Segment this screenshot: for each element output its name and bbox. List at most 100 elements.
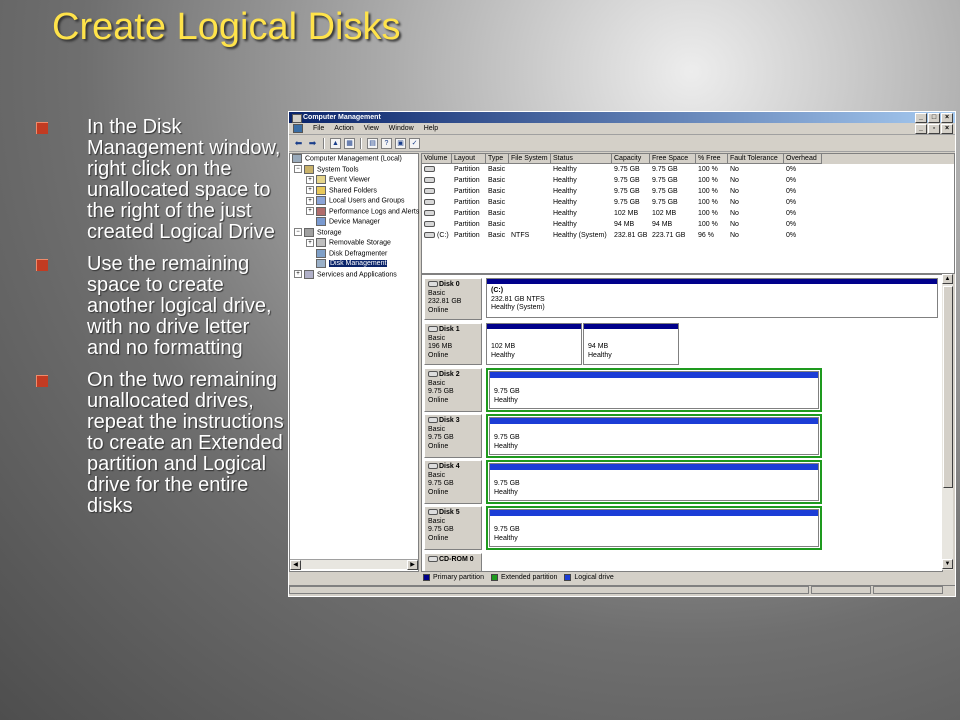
disk-label[interactable]: CD-ROM 0	[424, 553, 482, 571]
refresh-icon[interactable]: ✓	[409, 137, 420, 149]
expand-icon[interactable]: +	[306, 175, 314, 184]
status-bar	[289, 585, 955, 596]
expand-icon[interactable]: +	[306, 207, 314, 215]
disk-label[interactable]: Disk 2 Basic 9.75 GB Online	[424, 368, 482, 412]
tree-item-local-users[interactable]: + Local Users and Groups	[290, 196, 418, 207]
disk-label[interactable]: Disk 5 Basic 9.75 GB Online	[424, 506, 482, 550]
column-header-fault-tolerance[interactable]: Fault Tolerance	[728, 154, 784, 164]
tree-item-services[interactable]: + Services and Applications	[290, 269, 418, 281]
table-row[interactable]: (C:) Partition Basic NTFS Healthy (System) 23…	[422, 230, 954, 241]
partition-primary[interactable]: 102 MB Healthy	[486, 323, 582, 365]
column-header-overhead[interactable]: Overhead	[784, 154, 822, 164]
show-tree-icon[interactable]: ▦	[344, 137, 355, 149]
extended-partition[interactable]: 9.75 GB Healthy	[486, 460, 822, 504]
child-minimize-button[interactable]: _	[915, 124, 927, 134]
volume-list-header: Volume Layout Type File System Status Ca…	[422, 154, 954, 164]
menu-window[interactable]: Window	[389, 125, 414, 132]
scroll-right-icon[interactable]: ▶	[407, 560, 418, 570]
menu-bar: File Action View Window Help _ ▫ ×	[289, 123, 955, 135]
expand-icon[interactable]: +	[294, 270, 302, 278]
minimize-button[interactable]: _	[915, 113, 927, 123]
disk-label[interactable]: Disk 1 Basic 196 MB Online	[424, 323, 482, 365]
table-row[interactable]: Partition Basic Healthy 102 MB 102 MB 100 % No…	[422, 208, 954, 219]
tree-item-system-tools[interactable]: − System Tools	[290, 164, 418, 176]
column-header-type[interactable]: Type	[486, 154, 509, 164]
table-row[interactable]: Partition Basic Healthy 9.75 GB 9.75 GB 100 %…	[422, 197, 954, 208]
tree-item-event-viewer[interactable]: + Event Viewer	[290, 175, 418, 186]
up-folder-icon[interactable]: ▲	[330, 137, 341, 149]
tree-item-perf-logs[interactable]: + Performance Logs and Alerts	[290, 206, 419, 218]
table-row[interactable]: Partition Basic Healthy 94 MB 94 MB 100 % No 0%	[422, 219, 954, 230]
event-viewer-icon	[316, 175, 326, 184]
disk-label[interactable]: Disk 3 Basic 9.75 GB Online	[424, 414, 482, 458]
collapse-icon[interactable]: −	[294, 165, 302, 173]
bullet-square-icon	[36, 122, 48, 134]
menu-help[interactable]: Help	[424, 125, 438, 132]
tree-item-storage[interactable]: − Storage	[290, 227, 418, 239]
collapse-icon[interactable]: −	[294, 228, 302, 236]
slide-title: Create Logical Disks	[52, 6, 401, 48]
drive-icon	[424, 210, 435, 217]
disk-icon	[428, 281, 438, 288]
child-close-button[interactable]: ×	[941, 124, 953, 134]
status-panel	[873, 586, 943, 594]
tree-label: Local Users and Groups	[329, 197, 405, 205]
column-header-percent-free[interactable]: % Free	[696, 154, 728, 164]
expand-icon[interactable]: +	[306, 196, 314, 205]
column-header-free-space[interactable]: Free Space	[650, 154, 696, 164]
scrollbar-thumb[interactable]	[943, 286, 953, 488]
tree-item-root[interactable]: Computer Management (Local)	[290, 154, 418, 165]
disk-label[interactable]: Disk 4 Basic 9.75 GB Online	[424, 460, 482, 504]
export-list-icon[interactable]: ▣	[395, 137, 406, 149]
extended-partition[interactable]: 9.75 GB Healthy	[486, 414, 822, 458]
partition-primary[interactable]: (C:) 232.81 GB NTFS Healthy (System)	[486, 278, 938, 318]
tree-item-shared-folders[interactable]: + Shared Folders	[290, 185, 418, 197]
disk-icon	[428, 417, 438, 424]
disk-label[interactable]: Disk 0 Basic 232.81 GB Online	[424, 278, 482, 320]
disk-row-2: Disk 2 Basic 9.75 GB Online 9.75 GB Healthy	[424, 368, 938, 412]
child-restore-button[interactable]: ▫	[928, 124, 940, 134]
menu-file[interactable]: File	[313, 125, 324, 132]
window-titlebar[interactable]: Computer Management _ □ ×	[289, 112, 955, 123]
disk-view-vertical-scrollbar[interactable]: ▲ ▼	[942, 274, 953, 570]
bullet-item: In the Disk Management window, right cli…	[36, 117, 286, 243]
expand-icon[interactable]: +	[306, 238, 314, 247]
column-header-file-system[interactable]: File System	[509, 154, 551, 164]
logical-drive-swatch	[564, 574, 572, 581]
tree-horizontal-scrollbar[interactable]: ◀ ▶	[290, 559, 418, 570]
tree-item-removable-storage[interactable]: + Removable Storage	[290, 238, 418, 249]
back-arrow-icon[interactable]: ⬅	[293, 138, 304, 149]
scroll-left-icon[interactable]: ◀	[290, 560, 301, 570]
scroll-down-icon[interactable]: ▼	[942, 559, 953, 569]
extended-partition[interactable]: 9.75 GB Healthy	[486, 368, 822, 412]
menu-view[interactable]: View	[364, 125, 379, 132]
close-button[interactable]: ×	[941, 113, 953, 123]
column-header-volume[interactable]: Volume	[422, 154, 452, 164]
maximize-button[interactable]: □	[928, 113, 940, 123]
extended-partition-swatch	[490, 574, 498, 581]
column-header-capacity[interactable]: Capacity	[612, 154, 650, 164]
menu-action[interactable]: Action	[334, 125, 353, 132]
tree-label-selected: Disk Management	[329, 260, 388, 268]
computer-management-window: Computer Management _ □ × File Action Vi…	[288, 111, 956, 597]
tree-item-device-manager[interactable]: Device Manager	[290, 217, 418, 228]
mmc-document-icon[interactable]	[293, 124, 303, 133]
removable-storage-icon	[316, 238, 326, 247]
disk-graphical-view: Disk 0 Basic 232.81 GB Online (C:) 232.81 GB…	[421, 274, 943, 572]
tree-item-disk-management[interactable]: Disk Management	[290, 259, 418, 270]
forward-arrow-icon[interactable]: ➡	[307, 138, 318, 149]
disk-row-5: Disk 5 Basic 9.75 GB Online 9.75 GB Healthy	[424, 506, 938, 550]
scroll-up-icon[interactable]: ▲	[942, 274, 953, 284]
properties-icon[interactable]: ▤	[367, 137, 378, 149]
help-icon[interactable]: ?	[381, 137, 392, 149]
table-row[interactable]: Partition Basic Healthy 9.75 GB 9.75 GB 100 %…	[422, 175, 954, 186]
partition-primary[interactable]: 94 MB Healthy	[583, 323, 679, 365]
extended-partition[interactable]: 9.75 GB Healthy	[486, 506, 822, 550]
tree-item-disk-defragmenter[interactable]: Disk Defragmenter	[290, 248, 418, 260]
table-row[interactable]: Partition Basic Healthy 9.75 GB 9.75 GB 100 %…	[422, 186, 954, 197]
column-header-status[interactable]: Status	[551, 154, 612, 164]
column-header-layout[interactable]: Layout	[452, 154, 486, 164]
disk-icon	[428, 463, 438, 470]
expand-icon[interactable]: +	[306, 186, 314, 194]
table-row[interactable]: Partition Basic Healthy 9.75 GB 9.75 GB 100 %…	[422, 164, 954, 175]
